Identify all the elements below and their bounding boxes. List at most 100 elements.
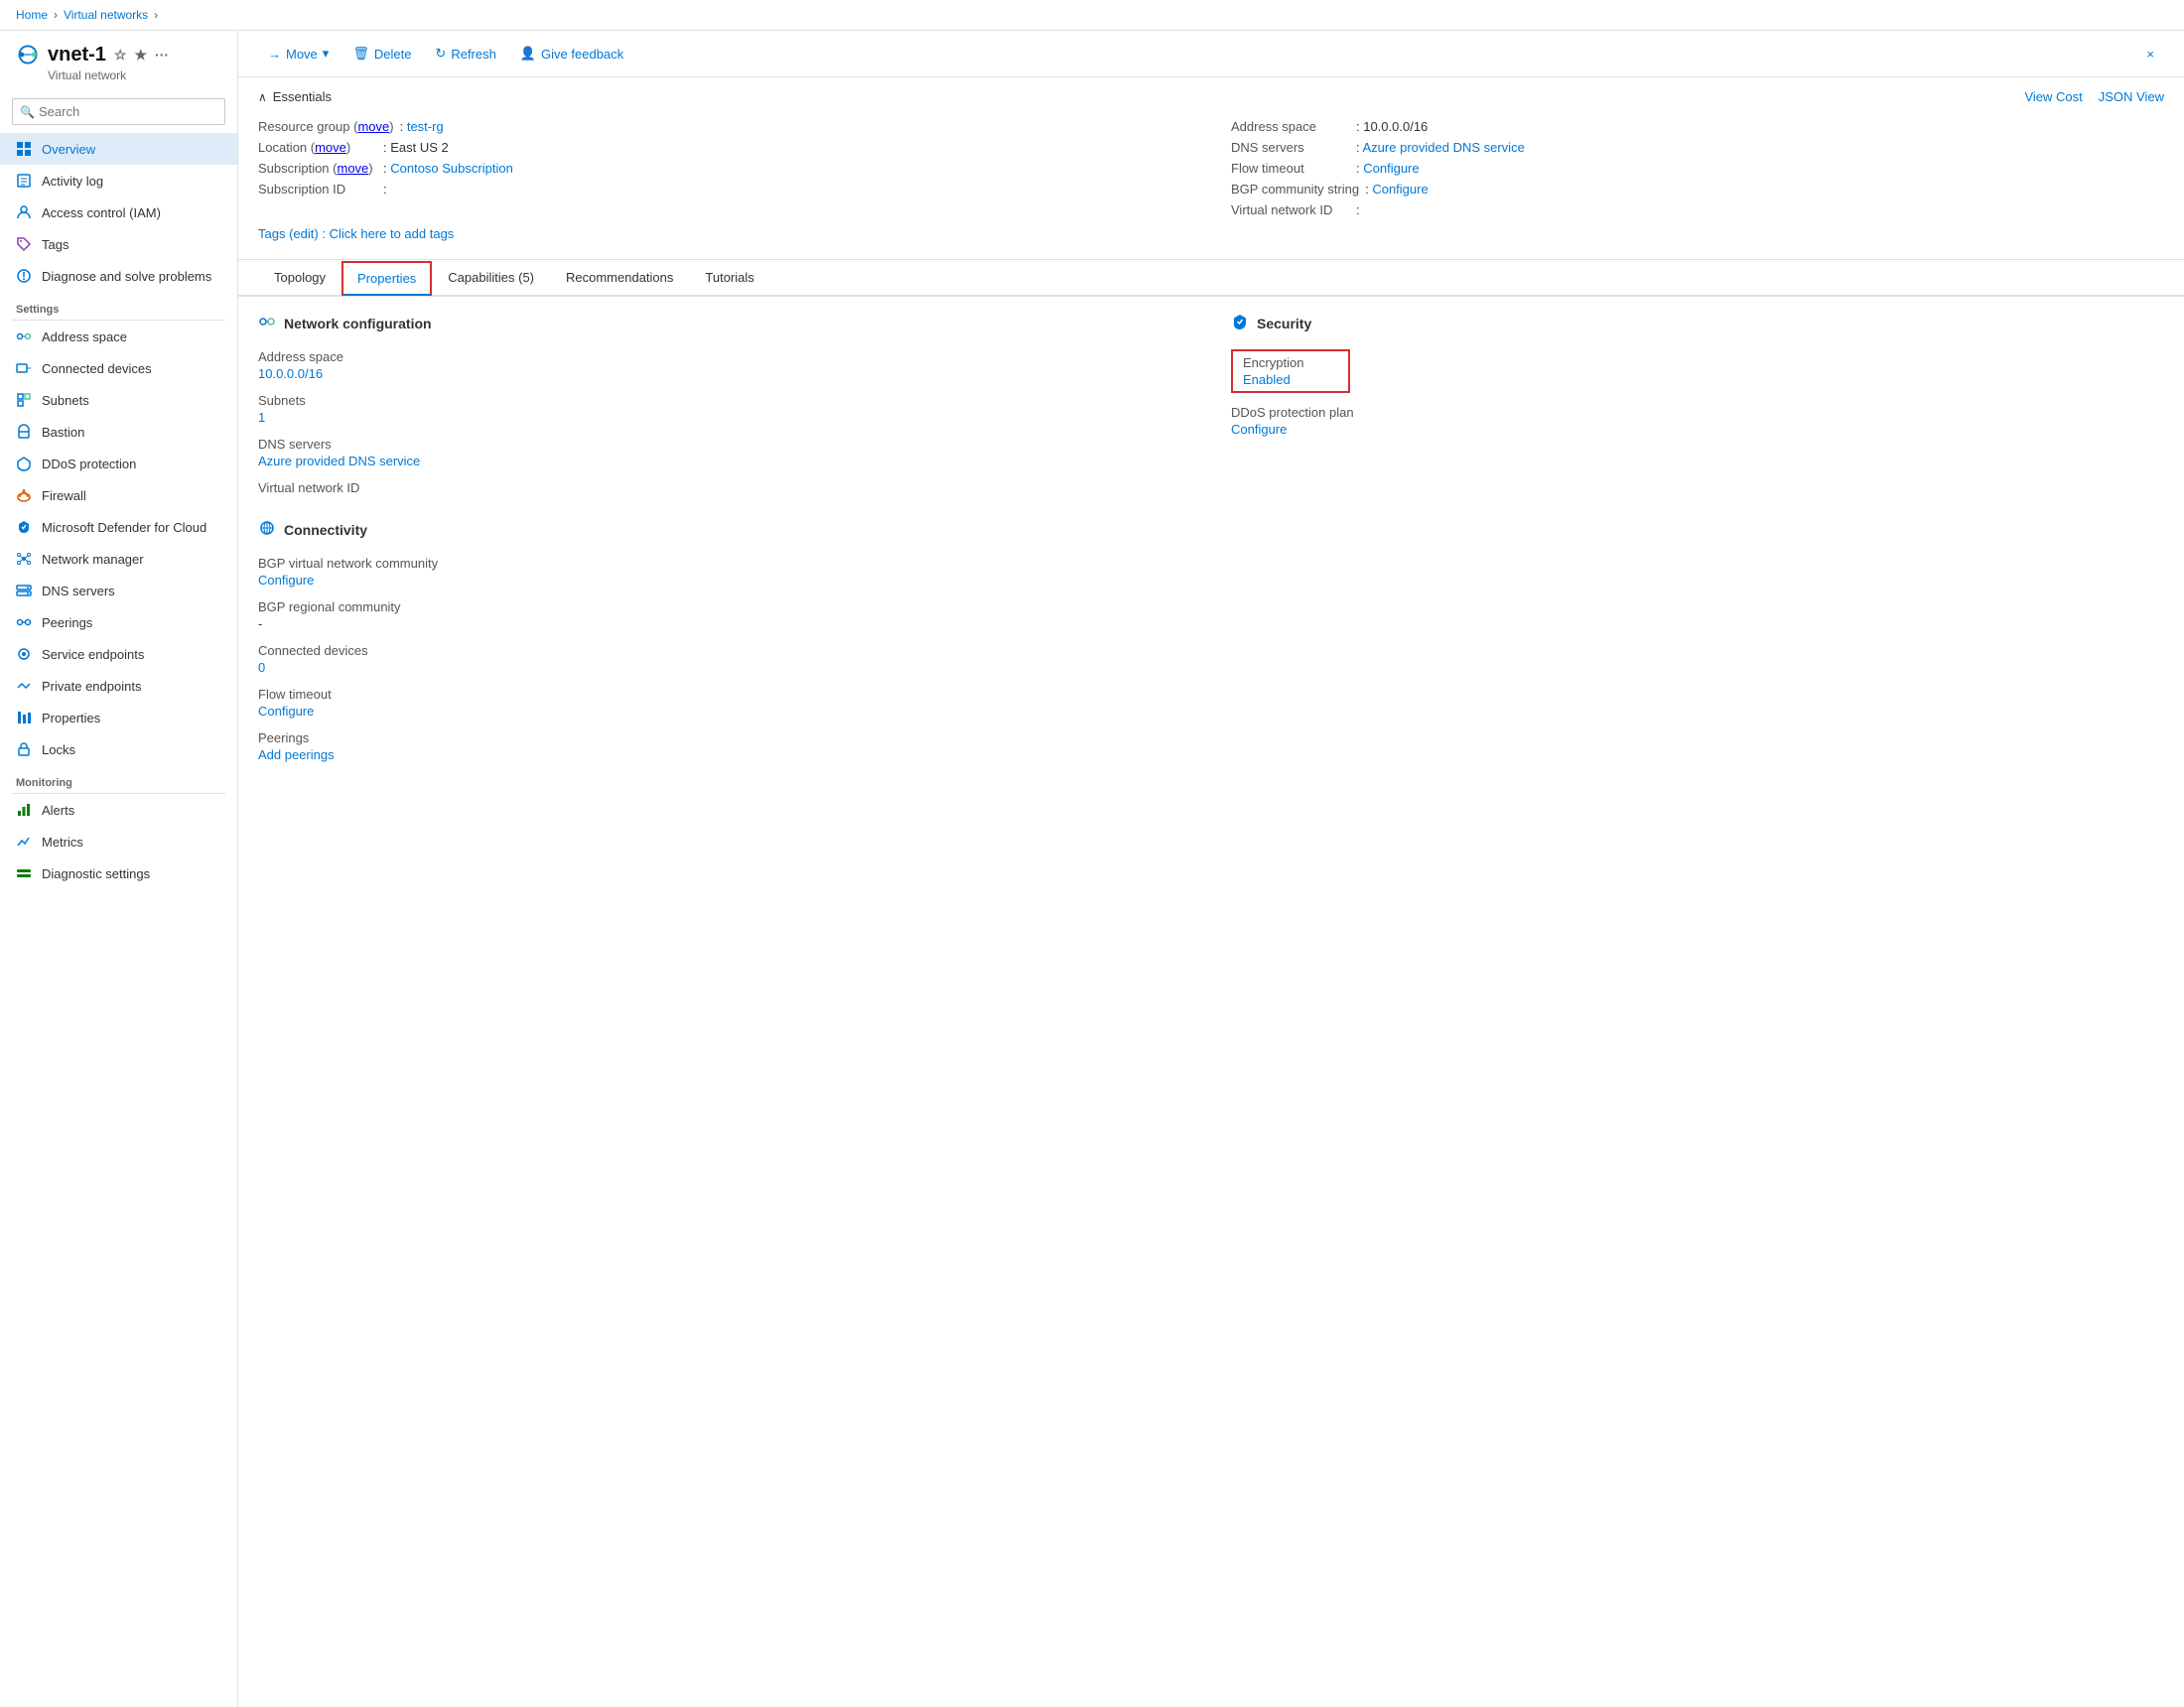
encryption-highlighted-box: Encryption Enabled — [1231, 349, 1350, 393]
sidebar-search-area: 🔍 — [0, 90, 237, 133]
tabs-bar: Topology Properties Capabilities (5) Rec… — [238, 260, 2184, 297]
sidebar-item-ddos[interactable]: DDoS protection — [0, 448, 237, 479]
sidebar-item-alerts[interactable]: Alerts — [0, 794, 237, 826]
feedback-button[interactable]: 👤 Give feedback — [510, 41, 633, 66]
delete-button[interactable]: 🗑 Delete — [342, 41, 421, 66]
sidebar-item-private-endpoints[interactable]: Private endpoints — [0, 670, 237, 702]
settings-section-label: Settings — [0, 292, 237, 320]
move-dropdown-icon: ▾ — [323, 46, 330, 62]
sub-value-link[interactable]: Contoso Subscription — [390, 161, 513, 176]
nc-dns-link[interactable]: Azure provided DNS service — [258, 454, 420, 468]
sidebar-item-bastion[interactable]: Bastion — [0, 416, 237, 448]
sidebar-item-label-network-manager: Network manager — [42, 552, 144, 567]
sidebar-item-peerings[interactable]: Peerings — [0, 606, 237, 638]
sidebar-item-dns-servers[interactable]: DNS servers — [0, 575, 237, 606]
essentials-row-subscription: Subscription (move) : Contoso Subscripti… — [258, 158, 1191, 179]
nc-subnets-link[interactable]: 1 — [258, 410, 265, 425]
sidebar-item-label-diagnostic-settings: Diagnostic settings — [42, 866, 150, 881]
tab-topology[interactable]: Topology — [258, 260, 341, 297]
tags-add-link[interactable]: Click here to add tags — [330, 226, 455, 241]
json-view-link[interactable]: JSON View — [2099, 89, 2164, 104]
nc-address-link[interactable]: 10.0.0.0/16 — [258, 366, 323, 381]
breadcrumb-sep1: › — [54, 8, 58, 22]
content-area: → Move ▾ 🗑 Delete ↻ Refresh 👤 Give feedb… — [238, 31, 2184, 1707]
sidebar-item-label-firewall: Firewall — [42, 488, 86, 503]
sidebar-item-label-peerings: Peerings — [42, 615, 92, 630]
sidebar-item-ms-defender[interactable]: Microsoft Defender for Cloud — [0, 511, 237, 543]
nc-vnet-id: Virtual network ID — [258, 480, 1191, 495]
ddos-configure-link[interactable]: Configure — [1231, 422, 1287, 437]
encryption-value-link[interactable]: Enabled — [1243, 372, 1291, 387]
sidebar-item-service-endpoints[interactable]: Service endpoints — [0, 638, 237, 670]
sidebar-item-subnets[interactable]: Subnets — [0, 384, 237, 416]
network-config-title: Network configuration — [284, 316, 432, 331]
move-button[interactable]: → Move ▾ — [258, 41, 339, 66]
tab-properties[interactable]: Properties — [341, 261, 432, 296]
tab-capabilities[interactable]: Capabilities (5) — [432, 260, 550, 297]
essentials-row-bgp: BGP community string : Configure — [1231, 179, 2164, 199]
breadcrumb: Home › Virtual networks › — [16, 8, 158, 22]
sidebar-item-connected-devices[interactable]: Connected devices — [0, 352, 237, 384]
essentials-title: Essentials — [273, 89, 332, 104]
sidebar-item-network-manager[interactable]: Network manager — [0, 543, 237, 575]
conn-connected-devices: Connected devices 0 — [258, 643, 1191, 675]
close-button[interactable]: × — [2136, 42, 2164, 66]
access-control-icon — [16, 204, 32, 220]
network-manager-icon — [16, 551, 32, 567]
tags-edit-link[interactable]: Tags (edit) — [258, 226, 319, 241]
sidebar-item-diagnostic-settings[interactable]: Diagnostic settings — [0, 857, 237, 889]
alerts-icon — [16, 802, 32, 818]
flow-configure-link[interactable]: Configure — [1363, 161, 1419, 176]
refresh-button[interactable]: ↻ Refresh — [425, 41, 505, 66]
more-icon[interactable]: ··· — [155, 47, 169, 63]
tab-tutorials[interactable]: Tutorials — [689, 260, 769, 297]
locks-icon — [16, 741, 32, 757]
essentials-tags: Tags (edit) : Click here to add tags — [258, 220, 2164, 247]
network-config-icon — [258, 313, 276, 333]
sidebar-item-metrics[interactable]: Metrics — [0, 826, 237, 857]
breadcrumb-section[interactable]: Virtual networks — [64, 8, 148, 22]
conn-flow-link[interactable]: Configure — [258, 704, 314, 719]
sidebar-item-diagnose[interactable]: Diagnose and solve problems — [0, 260, 237, 292]
sidebar-item-access-control[interactable]: Access control (IAM) — [0, 197, 237, 228]
view-cost-link[interactable]: View Cost — [2024, 89, 2082, 104]
connectivity-icon — [258, 519, 276, 540]
dns-servers-icon — [16, 583, 32, 598]
sidebar-item-label-service-endpoints: Service endpoints — [42, 647, 144, 662]
sidebar-item-label-alerts: Alerts — [42, 803, 74, 818]
sidebar-item-address-space[interactable]: Address space — [0, 321, 237, 352]
bgp-configure-link[interactable]: Configure — [1372, 182, 1428, 197]
essentials-row-dns: DNS servers : Azure provided DNS service — [1231, 137, 2164, 158]
essentials-row-vnet-id: Virtual network ID : — [1231, 199, 2164, 220]
sub-move-link[interactable]: move — [337, 161, 368, 176]
rg-value-link[interactable]: test-rg — [407, 119, 444, 134]
sidebar: vnet-1 ☆ ★ ··· Virtual network 🔍 Overvie… — [0, 31, 238, 1707]
sidebar-item-activity-log[interactable]: Activity log — [0, 165, 237, 197]
sidebar-item-label-subnets: Subnets — [42, 393, 89, 408]
rg-move-link[interactable]: move — [357, 119, 389, 134]
collapse-essentials-icon[interactable]: ∧ — [258, 90, 267, 104]
security-section: Security Encryption Enabled DDoS protect… — [1231, 313, 2164, 774]
dns-value-link[interactable]: Azure provided DNS service — [1363, 140, 1525, 155]
sidebar-item-properties[interactable]: Properties — [0, 702, 237, 733]
star-icon[interactable]: ★ — [134, 47, 147, 64]
nc-subnets: Subnets 1 — [258, 393, 1191, 425]
essentials-row-sub-id: Subscription ID : — [258, 179, 1191, 199]
conn-devices-link[interactable]: 0 — [258, 660, 265, 675]
bgp-comm-link[interactable]: Configure — [258, 573, 314, 588]
resource-name-area: vnet-1 ☆ ★ ··· — [16, 43, 221, 66]
tab-recommendations[interactable]: Recommendations — [550, 260, 689, 297]
properties-icon — [16, 710, 32, 725]
sidebar-item-tags[interactable]: Tags — [0, 228, 237, 260]
conn-peerings-link[interactable]: Add peerings — [258, 747, 335, 762]
sidebar-item-label-dns-servers: DNS servers — [42, 584, 115, 598]
connected-devices-icon — [16, 360, 32, 376]
location-move-link[interactable]: move — [315, 140, 346, 155]
sidebar-item-overview[interactable]: Overview — [0, 133, 237, 165]
sidebar-item-locks[interactable]: Locks — [0, 733, 237, 765]
sidebar-item-firewall[interactable]: Firewall — [0, 479, 237, 511]
security-encryption-field: Encryption Enabled — [1231, 349, 2164, 393]
breadcrumb-home[interactable]: Home — [16, 8, 48, 22]
pin-icon[interactable]: ☆ — [114, 47, 127, 64]
search-input[interactable] — [12, 98, 225, 125]
